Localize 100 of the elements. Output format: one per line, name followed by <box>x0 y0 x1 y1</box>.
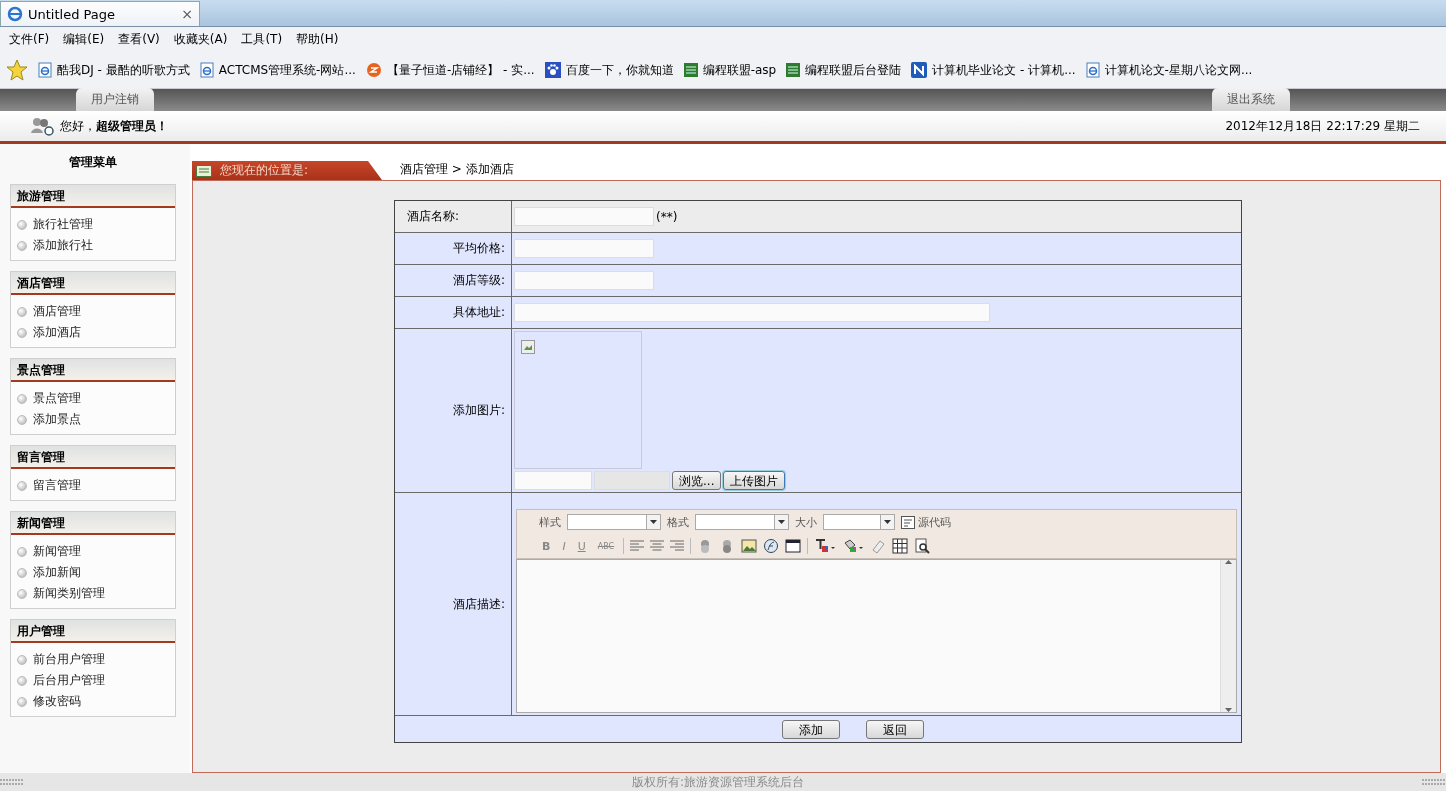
bullet-icon <box>17 306 27 317</box>
source-button[interactable]: 源代码 <box>918 514 951 530</box>
paw-icon <box>544 62 561 78</box>
scroll-down-icon[interactable] <box>1225 708 1232 712</box>
field-label: 添加图片: <box>452 402 505 419</box>
bullet-icon <box>17 675 27 686</box>
flash-icon[interactable] <box>764 539 779 553</box>
sidebar-link[interactable]: 后台用户管理 <box>33 672 105 689</box>
users-icon <box>30 116 54 136</box>
section-header: 景点管理 <box>11 359 175 382</box>
logo-icon <box>911 62 928 78</box>
circle-icon <box>365 62 382 78</box>
address-field[interactable] <box>514 303 990 322</box>
fill-color-icon[interactable] <box>844 539 864 552</box>
window-icon[interactable] <box>785 539 801 553</box>
star-icon[interactable] <box>6 59 28 81</box>
select-label: 格式 <box>667 514 689 530</box>
table-icon[interactable] <box>892 538 908 554</box>
favorite-link[interactable]: 计算机论文-星期八论文网... <box>1104 61 1253 79</box>
sidebar-link[interactable]: 添加景点 <box>33 411 81 428</box>
bullet-icon <box>17 696 27 707</box>
select-label: 样式 <box>539 514 561 530</box>
browse-button[interactable]: 浏览... <box>672 471 722 490</box>
caret-icon <box>778 520 785 524</box>
image-icon[interactable] <box>741 539 757 553</box>
menu-item[interactable]: 工具(T) <box>241 31 283 48</box>
select-label: 大小 <box>795 514 817 530</box>
preview-icon[interactable] <box>915 538 931 554</box>
grip-icon <box>0 779 24 785</box>
eraser-icon[interactable] <box>872 540 885 554</box>
sidebar-link[interactable]: 景点管理 <box>33 390 81 407</box>
favorite-link[interactable]: 【量子恒道-店铺经】 - 实... <box>386 61 535 79</box>
dropdown[interactable] <box>695 514 789 530</box>
text-field[interactable] <box>514 207 654 226</box>
grip-icon <box>1422 779 1446 785</box>
sidebar-link[interactable]: 酒店管理 <box>33 303 81 320</box>
form-button[interactable]: 添加 <box>782 720 840 739</box>
bullet-icon <box>17 393 27 404</box>
sidebar-link[interactable]: 添加酒店 <box>33 324 81 341</box>
caret-icon <box>884 520 891 524</box>
section-header: 用户管理 <box>11 620 175 643</box>
exit-tab[interactable]: 退出系统 <box>1212 88 1290 111</box>
sidebar-link[interactable]: 新闻管理 <box>33 543 81 560</box>
browser-icon <box>7 6 23 22</box>
favorite-link[interactable]: 百度一下，你就知道 <box>565 61 674 79</box>
menu-item[interactable]: 帮助(H) <box>296 31 339 48</box>
menu-item[interactable]: 文件(F) <box>9 31 50 48</box>
section-header: 酒店管理 <box>11 272 175 295</box>
favorite-link[interactable]: 编程联盟-asp <box>702 61 777 79</box>
location-icon <box>196 164 212 177</box>
favorite-link[interactable]: 编程联盟后台登陆 <box>805 61 902 79</box>
menu-item[interactable]: 编辑(E) <box>63 31 105 48</box>
sidebar-link[interactable]: 新闻类别管理 <box>33 585 105 602</box>
upload-button[interactable]: 上传图片 <box>723 471 786 490</box>
section-header: 旅游管理 <box>11 185 175 208</box>
align-icon[interactable] <box>650 540 665 552</box>
bullet-icon <box>17 219 27 230</box>
file-name-field[interactable] <box>594 471 670 490</box>
bullet-icon <box>17 327 27 338</box>
text-field[interactable] <box>514 271 654 290</box>
page-icon <box>1085 62 1100 78</box>
text-field[interactable] <box>514 239 654 258</box>
sidebar-link[interactable]: 添加旅行社 <box>33 237 93 254</box>
favorite-link[interactable]: 酷我DJ - 最酷的听歌方式 <box>57 61 190 79</box>
close-button[interactable]: × <box>181 6 193 22</box>
bullet-icon <box>17 546 27 557</box>
bullet-icon <box>17 588 27 599</box>
dropdown[interactable] <box>567 514 661 530</box>
dropdown[interactable] <box>823 514 895 530</box>
field-label: 平均价格: <box>452 240 505 257</box>
browser-tab[interactable]: Untitled Page × <box>0 1 200 26</box>
caret-icon <box>650 520 657 524</box>
field-label: 酒店等级: <box>452 272 505 289</box>
text-color-icon[interactable] <box>815 539 836 552</box>
align-icon[interactable] <box>670 540 685 552</box>
page-icon <box>199 62 214 78</box>
source-icon[interactable] <box>901 515 915 529</box>
align-icon[interactable] <box>630 540 645 552</box>
favorite-link[interactable]: ACTCMS管理系统-网站... <box>218 61 356 79</box>
form-button[interactable]: 返回 <box>866 720 924 739</box>
sidebar-link[interactable]: 修改密码 <box>33 693 81 710</box>
grid-icon <box>786 63 801 77</box>
favorite-link[interactable]: 计算机毕业论文 - 计算机... <box>932 61 1076 79</box>
sidebar-link[interactable]: 旅行社管理 <box>33 216 93 233</box>
menu-item[interactable]: 收藏夹(A) <box>173 31 228 48</box>
sidebar-link[interactable]: 留言管理 <box>33 477 81 494</box>
bullet-icon <box>17 654 27 665</box>
logout-tab[interactable]: 用户注销 <box>76 88 154 111</box>
section-header: 留言管理 <box>11 446 175 469</box>
sidebar-title: 管理菜单 <box>68 154 118 171</box>
bullet-icon <box>17 480 27 491</box>
sidebar-link[interactable]: 添加新闻 <box>33 564 81 581</box>
datetime-text: 2012年12月18日 22:17:29 星期二 <box>1225 117 1420 135</box>
menu-item[interactable]: 查看(V) <box>118 31 160 48</box>
file-path-field[interactable] <box>514 471 592 490</box>
scrollbar[interactable] <box>1220 560 1236 712</box>
copyright-text: 版权所有:旅游资源管理系统后台 <box>632 773 806 791</box>
bullet-icon <box>17 240 27 251</box>
breadcrumb-path: 酒店管理 > 添加酒店 <box>400 161 514 178</box>
sidebar-link[interactable]: 前台用户管理 <box>33 651 105 668</box>
